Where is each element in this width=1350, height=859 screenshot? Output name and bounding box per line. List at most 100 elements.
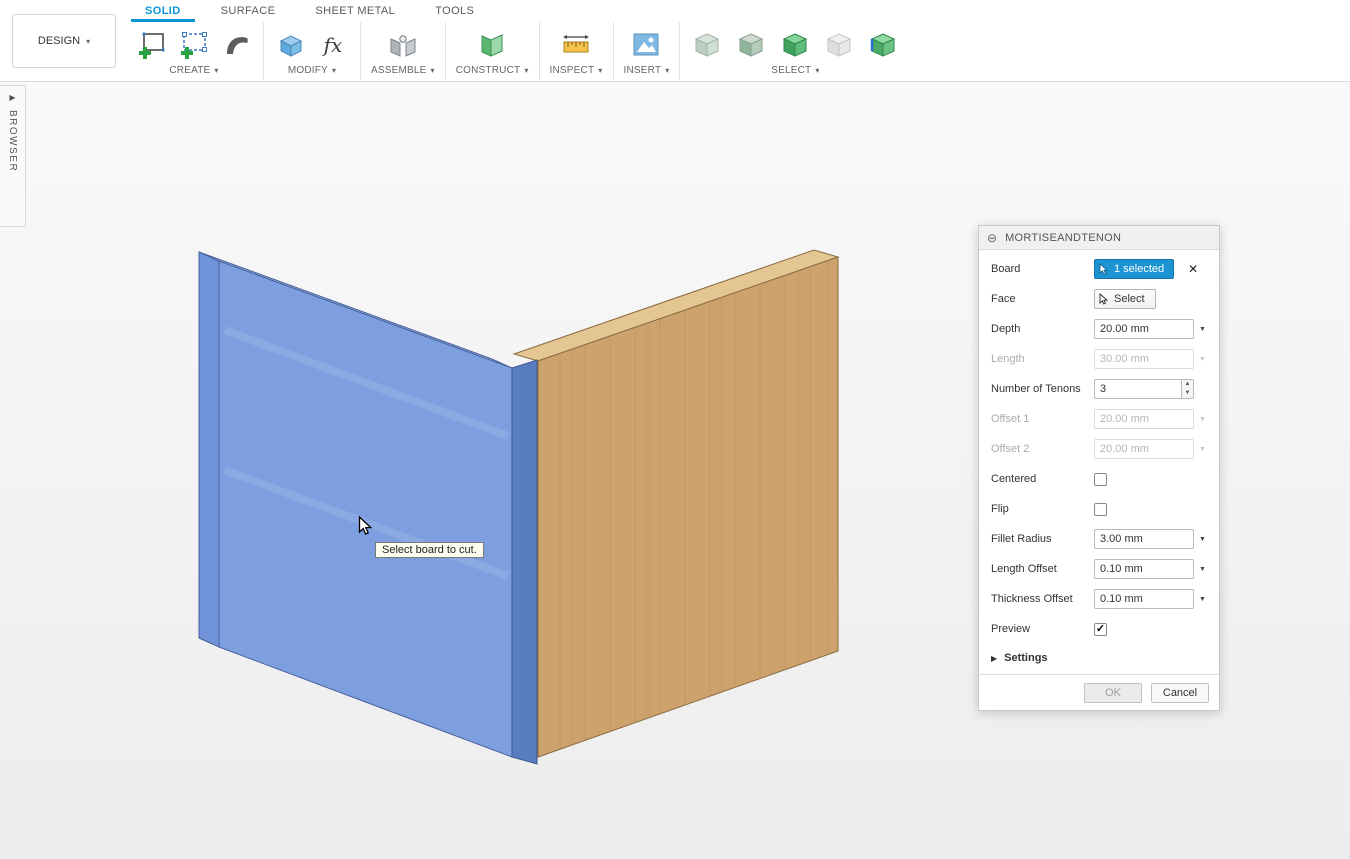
length-offset-dropdown-icon[interactable]: ▼ [1197, 566, 1208, 573]
toolbar-group-assemble: ASSEMBLE ▾ [361, 22, 446, 80]
board-selection-count: 1 selected [1114, 263, 1164, 275]
board-wood[interactable] [514, 250, 838, 757]
tenons-spinner[interactable]: ▲ ▼ [1181, 379, 1194, 399]
chevron-down-icon: ▾ [86, 37, 90, 46]
length-dropdown-icon: ▼ [1197, 356, 1208, 363]
chevron-down-icon: ▾ [524, 66, 528, 75]
flip-checkbox[interactable] [1094, 503, 1107, 516]
board-blue-selected[interactable] [199, 252, 537, 764]
face-select-label: Select [1114, 293, 1145, 305]
insert-label: INSERT [624, 65, 662, 76]
joint-icon[interactable] [386, 28, 420, 62]
toolbar-group-inspect: INSPECT ▾ [540, 22, 614, 80]
clear-selection-icon[interactable]: ✕ [1188, 262, 1198, 276]
number-of-tenons-label: Number of Tenons [991, 383, 1094, 395]
board-blue-front-face[interactable] [219, 261, 512, 757]
select-filter-icon-2[interactable] [734, 28, 768, 62]
press-pull-icon[interactable] [274, 28, 308, 62]
dialog-title: MORTISEANDTENON [1005, 232, 1121, 244]
tab-solid[interactable]: SOLID [145, 0, 181, 21]
browser-panel-toggle[interactable]: ▶ BROWSER [0, 85, 26, 227]
row-centered: Centered [979, 464, 1219, 494]
settings-label: Settings [1004, 652, 1047, 664]
sweep-icon[interactable] [219, 28, 253, 62]
number-of-tenons-input[interactable] [1094, 379, 1181, 399]
modify-dropdown[interactable]: MODIFY ▾ [288, 65, 336, 76]
change-parameters-icon[interactable]: fx [316, 28, 350, 62]
thickness-offset-dropdown-icon[interactable]: ▼ [1197, 596, 1208, 603]
row-board: Board 1 selected ✕ [979, 254, 1219, 284]
row-offset-1: Offset 1 ▼ [979, 404, 1219, 434]
fillet-radius-dropdown-icon[interactable]: ▼ [1197, 536, 1208, 543]
create-dropdown[interactable]: CREATE ▾ [169, 65, 218, 76]
dialog-collapse-icon[interactable]: ⊖ [987, 232, 997, 244]
toolbar-group-select: SELECT ▾ [680, 22, 910, 80]
ok-button[interactable]: OK [1084, 683, 1142, 703]
settings-expander[interactable]: ▶ Settings [979, 644, 1219, 672]
fx-glyph: fx [324, 33, 343, 57]
select-filter-icon-5[interactable] [866, 28, 900, 62]
row-fillet-radius: Fillet Radius ▼ [979, 524, 1219, 554]
assemble-dropdown[interactable]: ASSEMBLE ▾ [371, 65, 435, 76]
insert-dropdown[interactable]: INSERT ▾ [624, 65, 670, 76]
centered-label: Centered [991, 473, 1094, 485]
board-blue-left-face[interactable] [199, 252, 219, 647]
flip-label: Flip [991, 503, 1094, 515]
settings-expand-icon: ▶ [991, 654, 997, 663]
mouse-cursor-icon [358, 516, 374, 538]
toolbar: SOLID SURFACE SHEET METAL TOOLS DESIGN ▾ [0, 0, 1350, 82]
cursor-icon [1099, 293, 1109, 306]
centered-checkbox[interactable] [1094, 473, 1107, 486]
select-filter-icon-4[interactable] [822, 28, 856, 62]
status-tooltip: Select board to cut. [375, 542, 484, 558]
select-filter-icon-1[interactable] [690, 28, 724, 62]
chevron-down-icon: ▾ [598, 66, 602, 75]
row-depth: Depth ▼ [979, 314, 1219, 344]
chevron-down-icon: ▾ [431, 66, 435, 75]
create-selection-icon[interactable] [177, 28, 211, 62]
offset-2-dropdown-icon: ▼ [1197, 446, 1208, 453]
length-offset-label: Length Offset [991, 563, 1094, 575]
cancel-button[interactable]: Cancel [1151, 683, 1209, 703]
dialog-header[interactable]: ⊖ MORTISEANDTENON [979, 226, 1219, 250]
fillet-radius-input[interactable] [1094, 529, 1194, 549]
ribbon-tabs: SOLID SURFACE SHEET METAL TOOLS [0, 0, 1350, 22]
spinner-up-icon[interactable]: ▲ [1182, 380, 1193, 389]
inspect-dropdown[interactable]: INSPECT ▾ [550, 65, 603, 76]
browser-label: BROWSER [7, 110, 18, 172]
length-offset-input[interactable] [1094, 559, 1194, 579]
tab-sheet-metal[interactable]: SHEET METAL [315, 0, 395, 21]
tab-surface[interactable]: SURFACE [221, 0, 276, 21]
toolbar-group-modify: fx MODIFY ▾ [264, 22, 361, 80]
length-label: Length [991, 353, 1094, 365]
construct-dropdown[interactable]: CONSTRUCT ▾ [456, 65, 529, 76]
row-number-of-tenons: Number of Tenons ▲ ▼ [979, 374, 1219, 404]
select-filter-icon-3[interactable] [778, 28, 812, 62]
toolbar-groups: CREATE ▾ fx MODIFY ▾ [125, 22, 910, 80]
inspect-label: INSPECT [550, 65, 595, 76]
insert-canvas-icon[interactable] [629, 28, 663, 62]
depth-label: Depth [991, 323, 1094, 335]
row-thickness-offset: Thickness Offset ▼ [979, 584, 1219, 614]
offset-2-label: Offset 2 [991, 443, 1094, 455]
chevron-down-icon: ▾ [214, 66, 218, 75]
board-selection-button[interactable]: 1 selected [1094, 259, 1174, 279]
depth-dropdown-icon[interactable]: ▼ [1197, 326, 1208, 333]
dialog-footer: OK Cancel [979, 674, 1219, 710]
cursor-icon [1099, 263, 1109, 276]
preview-checkbox[interactable]: ✓ [1094, 623, 1107, 636]
measure-icon[interactable] [559, 28, 593, 62]
construction-plane-icon[interactable] [475, 28, 509, 62]
select-dropdown[interactable]: SELECT ▾ [771, 65, 819, 76]
tab-tools[interactable]: TOOLS [435, 0, 474, 21]
row-flip: Flip [979, 494, 1219, 524]
depth-input[interactable] [1094, 319, 1194, 339]
board-label: Board [991, 263, 1094, 275]
board-blue-end-face[interactable] [512, 360, 537, 764]
spinner-down-icon[interactable]: ▼ [1182, 389, 1193, 398]
row-length: Length ▼ [979, 344, 1219, 374]
create-sketch-icon[interactable] [135, 28, 169, 62]
thickness-offset-input[interactable] [1094, 589, 1194, 609]
face-select-button[interactable]: Select [1094, 289, 1156, 309]
design-menu-button[interactable]: DESIGN ▾ [12, 14, 116, 68]
